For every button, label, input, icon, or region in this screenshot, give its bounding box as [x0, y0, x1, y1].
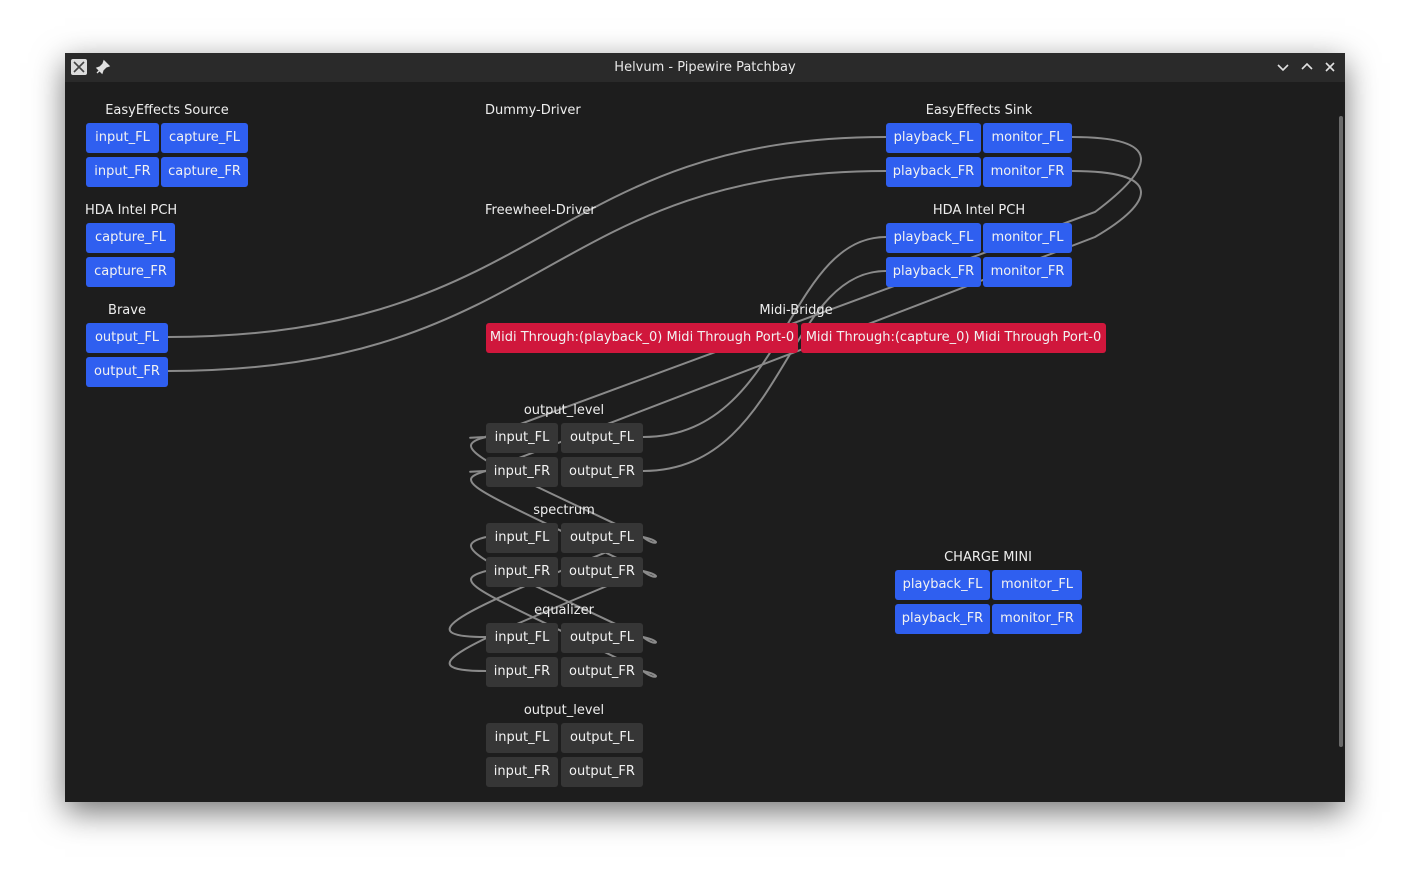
- port-hda-capture-fr[interactable]: capture_FR: [86, 257, 175, 287]
- port-ee-source-capture-fl[interactable]: capture_FL: [161, 123, 248, 153]
- port-brave-output-fr[interactable]: output_FR: [86, 357, 168, 387]
- port-spectrum-output-fl[interactable]: output_FL: [561, 523, 643, 553]
- node-title-hda-intel-pch-output[interactable]: HDA Intel PCH: [933, 203, 1025, 218]
- port-output-level2-input-fl[interactable]: input_FL: [486, 723, 558, 753]
- port-output-level-input-fl[interactable]: input_FL: [486, 423, 558, 453]
- app-window: Helvum - Pipewire Patchbay EasyEffects S…: [65, 53, 1345, 802]
- window-title: Helvum - Pipewire Patchbay: [614, 60, 796, 75]
- node-title-easyeffects-source[interactable]: EasyEffects Source: [105, 103, 229, 118]
- vertical-scrollbar[interactable]: [1339, 116, 1343, 747]
- maximize-button[interactable]: [1298, 58, 1316, 76]
- close-button[interactable]: [1321, 58, 1339, 76]
- port-charge-playback-fr[interactable]: playback_FR: [895, 604, 990, 634]
- port-ee-sink-monitor-fr[interactable]: monitor_FR: [983, 157, 1072, 187]
- node-title-easyeffects-sink[interactable]: EasyEffects Sink: [926, 103, 1033, 118]
- link-outlevel-out-fr-to-hda-fr: [642, 270, 887, 472]
- port-ee-sink-playback-fl[interactable]: playback_FL: [886, 123, 981, 153]
- node-title-output-level[interactable]: output_level: [524, 403, 604, 418]
- port-ee-sink-monitor-fl[interactable]: monitor_FL: [983, 123, 1072, 153]
- port-ee-sink-playback-fr[interactable]: playback_FR: [886, 157, 981, 187]
- minimize-button[interactable]: [1274, 58, 1292, 76]
- port-spectrum-output-fr[interactable]: output_FR: [561, 557, 643, 587]
- patchbay-canvas[interactable]: EasyEffects Source input_FL capture_FL i…: [65, 82, 1345, 802]
- port-charge-playback-fl[interactable]: playback_FL: [895, 570, 990, 600]
- node-title-freewheel-driver[interactable]: Freewheel-Driver: [485, 203, 596, 218]
- port-output-level-input-fr[interactable]: input_FR: [486, 457, 558, 487]
- port-charge-monitor-fr[interactable]: monitor_FR: [992, 604, 1082, 634]
- node-title-dummy-driver[interactable]: Dummy-Driver: [485, 103, 581, 118]
- port-spectrum-input-fl[interactable]: input_FL: [486, 523, 558, 553]
- port-midi-through-capture[interactable]: Midi Through:(capture_0) Midi Through Po…: [801, 323, 1106, 353]
- port-output-level2-output-fr[interactable]: output_FR: [561, 757, 643, 787]
- node-title-spectrum[interactable]: spectrum: [533, 503, 595, 518]
- port-hda-monitor-fr[interactable]: monitor_FR: [983, 257, 1072, 287]
- node-title-midi-bridge[interactable]: Midi-Bridge: [759, 303, 832, 318]
- port-spectrum-input-fr[interactable]: input_FR: [486, 557, 558, 587]
- port-charge-monitor-fl[interactable]: monitor_FL: [992, 570, 1082, 600]
- title-bar[interactable]: Helvum - Pipewire Patchbay: [65, 53, 1345, 82]
- port-hda-monitor-fl[interactable]: monitor_FL: [983, 223, 1072, 253]
- port-brave-output-fl[interactable]: output_FL: [86, 323, 168, 353]
- port-output-level2-output-fl[interactable]: output_FL: [561, 723, 643, 753]
- node-title-charge-mini[interactable]: CHARGE MINI: [944, 550, 1032, 565]
- node-title-equalizer[interactable]: equalizer: [534, 603, 594, 618]
- port-hda-playback-fr[interactable]: playback_FR: [886, 257, 981, 287]
- port-midi-through-playback[interactable]: Midi Through:(playback_0) Midi Through P…: [486, 323, 798, 353]
- port-equalizer-output-fl[interactable]: output_FL: [561, 623, 643, 653]
- links-layer: [167, 136, 1142, 678]
- port-ee-source-input-fl[interactable]: input_FL: [86, 123, 159, 153]
- port-output-level-output-fr[interactable]: output_FR: [561, 457, 643, 487]
- node-title-brave[interactable]: Brave: [108, 303, 146, 318]
- port-output-level-output-fl[interactable]: output_FL: [561, 423, 643, 453]
- port-output-level2-input-fr[interactable]: input_FR: [486, 757, 558, 787]
- node-title-output-level-2[interactable]: output_level: [524, 703, 604, 718]
- port-hda-capture-fl[interactable]: capture_FL: [86, 223, 175, 253]
- port-ee-source-capture-fr[interactable]: capture_FR: [161, 157, 248, 187]
- port-equalizer-input-fr[interactable]: input_FR: [486, 657, 558, 687]
- port-hda-playback-fl[interactable]: playback_FL: [886, 223, 981, 253]
- node-title-hda-intel-pch-input[interactable]: HDA Intel PCH: [85, 203, 177, 218]
- port-equalizer-output-fr[interactable]: output_FR: [561, 657, 643, 687]
- port-equalizer-input-fl[interactable]: input_FL: [486, 623, 558, 653]
- port-ee-source-input-fr[interactable]: input_FR: [86, 157, 159, 187]
